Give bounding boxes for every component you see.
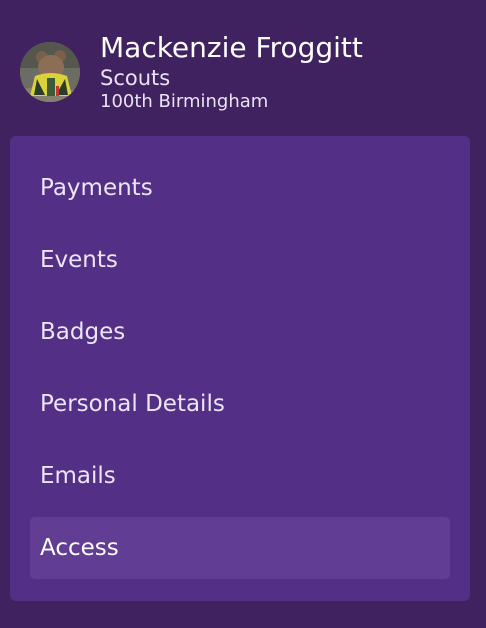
menu-item-payments[interactable]: Payments <box>30 157 450 219</box>
member-section: Scouts <box>100 66 171 90</box>
avatar[interactable] <box>20 42 80 102</box>
member-profile-header: Mackenzie Froggitt Scouts 100th Birmingh… <box>20 30 460 120</box>
member-name: Mackenzie Froggitt <box>100 31 363 64</box>
menu-item-emails[interactable]: Emails <box>30 445 450 507</box>
menu-item-events[interactable]: Events <box>30 229 450 291</box>
menu-item-personal-details[interactable]: Personal Details <box>30 373 450 435</box>
menu-item-badges[interactable]: Badges <box>30 301 450 363</box>
navigation-menu: Payments Events Badges Personal Details … <box>10 136 470 601</box>
member-group: 100th Birmingham <box>100 91 269 112</box>
menu-item-access[interactable]: Access <box>30 517 450 579</box>
